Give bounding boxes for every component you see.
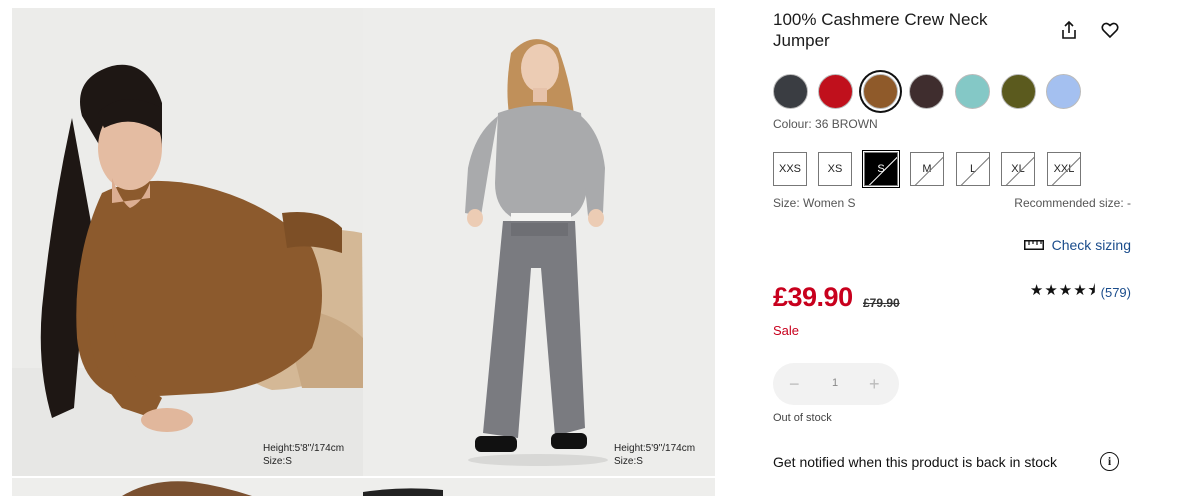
review-count[interactable]: (579): [1101, 285, 1131, 300]
quantity-value: 1: [832, 377, 839, 389]
product-photo-2[interactable]: Height:5'9"/174cm Size:S: [363, 8, 715, 476]
size-option-xs[interactable]: XS: [818, 152, 852, 186]
colour-swatch-light-blue[interactable]: [1046, 74, 1081, 109]
sale-label: Sale: [773, 323, 800, 338]
star-rating-icons: ★★★★⯨: [1029, 282, 1097, 299]
heart-icon[interactable]: [1098, 18, 1122, 42]
sale-price: £39.90: [773, 282, 853, 312]
product-gallery: Height:5'8"/174cm Size:S Height:5'9"/174…: [12, 8, 715, 496]
stock-status: Out of stock: [773, 412, 832, 424]
photo-caption-height: Height:5'9"/174cm: [614, 443, 696, 454]
model-photo-partial: [363, 478, 715, 496]
rating[interactable]: ★★★★⯨ (579): [1030, 280, 1131, 305]
size-option-label: XXS: [778, 163, 801, 175]
size-option-xl[interactable]: XL: [1001, 152, 1035, 186]
product-photo-1[interactable]: Height:5'8"/174cm Size:S: [12, 8, 363, 476]
photo-caption-height: Height:5'8"/174cm: [263, 443, 345, 454]
colour-swatch-dark-brown[interactable]: [909, 74, 944, 109]
size-option-xxl[interactable]: XXL: [1047, 152, 1081, 186]
photo-caption-size: Size:S: [614, 456, 643, 467]
size-option-label: XS: [827, 163, 843, 175]
colour-swatch-olive[interactable]: [1001, 74, 1036, 109]
model-photo-grey-jumper: [363, 8, 715, 476]
size-label: Size: Women S: [773, 196, 856, 210]
size-option-xxs[interactable]: XXS: [773, 152, 807, 186]
colour-swatch-brown[interactable]: [863, 74, 898, 109]
size-option-s[interactable]: S: [864, 152, 898, 186]
colour-label: Colour: 36 BROWN: [773, 117, 878, 131]
quantity-stepper: − 1 +: [773, 363, 899, 405]
check-sizing-link[interactable]: Check sizing: [1023, 237, 1131, 253]
size-options: XXS XS S M L XL XXL: [773, 152, 1093, 188]
photo-caption-size: Size:S: [263, 456, 292, 467]
quantity-decrease-button[interactable]: −: [789, 374, 800, 395]
notify-back-in-stock-link[interactable]: Get notified when this product is back i…: [773, 454, 1057, 470]
colour-swatch-dark-grey[interactable]: [773, 74, 808, 109]
size-option-m[interactable]: M: [910, 152, 944, 186]
product-photo-3[interactable]: [12, 478, 363, 496]
product-photo-4[interactable]: [363, 478, 715, 496]
model-photo-partial: [12, 478, 363, 496]
colour-swatches: [773, 72, 1093, 112]
original-price: £79.90: [863, 296, 900, 310]
colour-swatch-aqua[interactable]: [955, 74, 990, 109]
ruler-icon: [1023, 240, 1044, 250]
model-photo-brown-jumper: [12, 8, 363, 476]
check-sizing-label: Check sizing: [1051, 237, 1131, 253]
colour-swatch-red[interactable]: [818, 74, 853, 109]
quantity-increase-button[interactable]: +: [869, 374, 880, 395]
share-icon[interactable]: [1057, 18, 1081, 42]
info-icon[interactable]: i: [1100, 452, 1119, 471]
product-title: 100% Cashmere Crew Neck Jumper: [773, 10, 988, 50]
size-option-l[interactable]: L: [956, 152, 990, 186]
recommended-size: Recommended size: -: [1014, 196, 1131, 210]
